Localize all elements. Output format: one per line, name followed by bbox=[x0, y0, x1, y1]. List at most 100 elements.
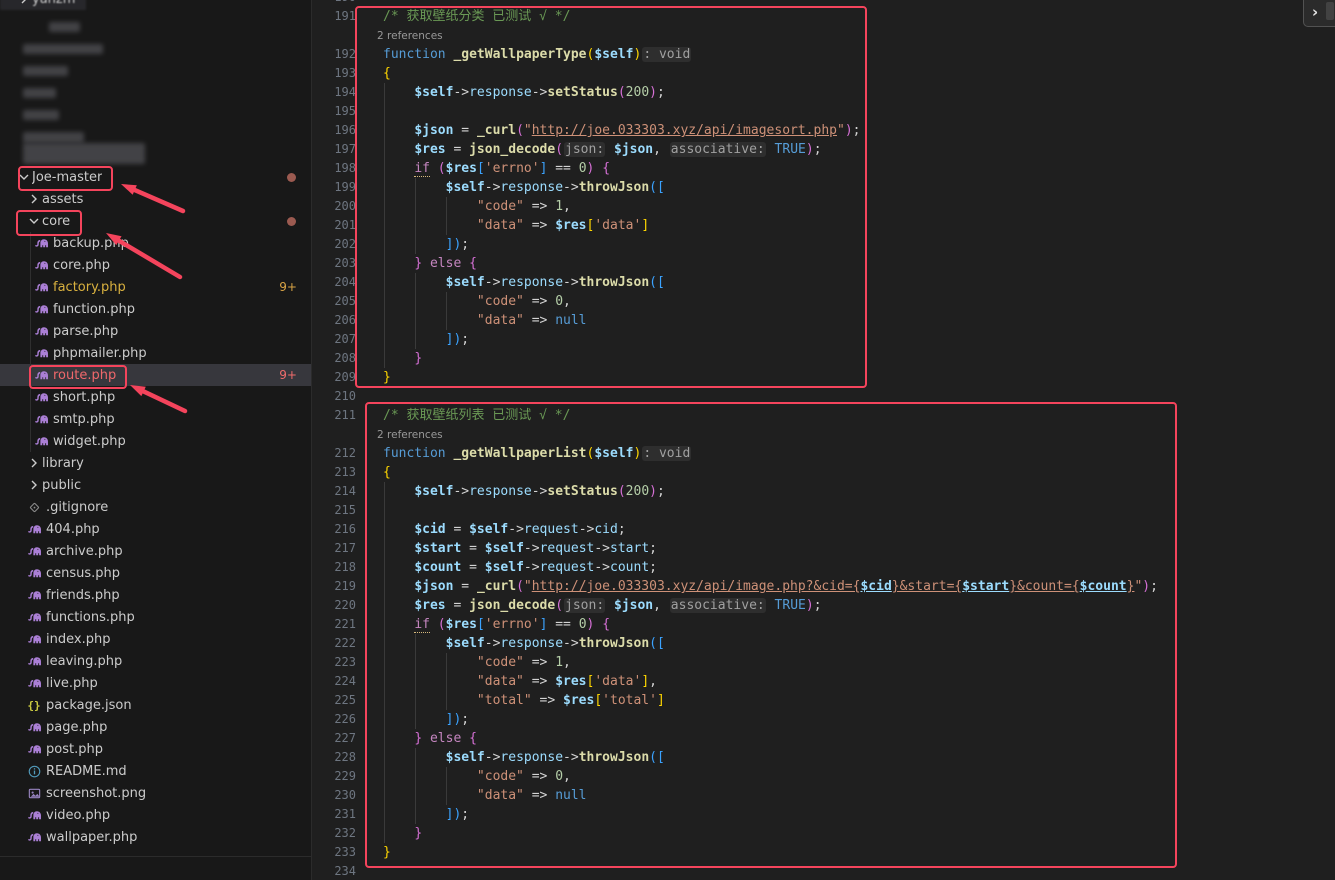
code-content: $start = $self->request->start; bbox=[383, 539, 657, 558]
code-line-202[interactable]: 202 ]); bbox=[312, 235, 1335, 254]
code-line-206[interactable]: 206 "data" => null bbox=[312, 311, 1335, 330]
php-file-icon bbox=[26, 675, 42, 691]
code-line-216[interactable]: 216 $cid = $self->request->cid; bbox=[312, 520, 1335, 539]
code-line-211[interactable]: 211/* 获取壁纸列表 已测试 √ */ bbox=[312, 406, 1335, 425]
code-line-224[interactable]: 224 "data" => $res['data'], bbox=[312, 672, 1335, 691]
chevron-right-icon[interactable] bbox=[26, 455, 42, 471]
chevron-down-icon[interactable] bbox=[16, 169, 32, 185]
sidebar-item-widget-php[interactable]: widget.php bbox=[0, 430, 311, 452]
sidebar-item-package-json[interactable]: {}package.json bbox=[0, 694, 311, 716]
sidebar-item-screenshot-png[interactable]: screenshot.png bbox=[0, 782, 311, 804]
code-line-214[interactable]: 214 $self->response->setStatus(200); bbox=[312, 482, 1335, 501]
code-line-204[interactable]: 204 $self->response->throwJson([ bbox=[312, 273, 1335, 292]
code-line-209[interactable]: 209} bbox=[312, 368, 1335, 387]
sidebar-item-core-php[interactable]: core.php bbox=[0, 254, 311, 276]
sidebar-item-readme-md[interactable]: README.md bbox=[0, 760, 311, 782]
sidebar-item-video-php[interactable]: video.php bbox=[0, 804, 311, 826]
chevron-right-icon[interactable] bbox=[16, 0, 32, 7]
code-line-223[interactable]: 223 "code" => 1, bbox=[312, 653, 1335, 672]
sidebar-item-live-php[interactable]: live.php bbox=[0, 672, 311, 694]
code-line-195[interactable]: 195 bbox=[312, 102, 1335, 121]
sidebar-item-post-php[interactable]: post.php bbox=[0, 738, 311, 760]
code-line-208[interactable]: 208 } bbox=[312, 349, 1335, 368]
sidebar-item-yanzm[interactable]: yanzm bbox=[0, 0, 311, 10]
php-file-icon bbox=[33, 411, 49, 427]
sidebar-item-page-php[interactable]: page.php bbox=[0, 716, 311, 738]
sidebar-item-functions-php[interactable]: functions.php bbox=[0, 606, 311, 628]
code-line-234[interactable]: 234 bbox=[312, 862, 1335, 880]
code-line-191[interactable]: 191/* 获取壁纸分类 已测试 √ */ bbox=[312, 7, 1335, 26]
codelens-references[interactable]: 2 references bbox=[377, 429, 443, 441]
sidebar-item-assets[interactable]: assets bbox=[0, 188, 311, 210]
code-line-201[interactable]: 201 "data" => $res['data'] bbox=[312, 216, 1335, 235]
code-line-196[interactable]: 196 $json = _curl("http://joe.033303.xyz… bbox=[312, 121, 1335, 140]
code-line-218[interactable]: 218 $count = $self->request->count; bbox=[312, 558, 1335, 577]
chevron-down-icon[interactable] bbox=[26, 213, 42, 229]
sidebar-item-leaving-php[interactable]: leaving.php bbox=[0, 650, 311, 672]
code-line-215[interactable]: 215 bbox=[312, 501, 1335, 520]
code-line-228[interactable]: 228 $self->response->throwJson([ bbox=[312, 748, 1335, 767]
code-line-213[interactable]: 213{ bbox=[312, 463, 1335, 482]
sidebar-item-phpmailer-php[interactable]: phpmailer.php bbox=[0, 342, 311, 364]
code-line-221[interactable]: 221 if ($res['errno'] == 0) { bbox=[312, 615, 1335, 634]
code-line-225[interactable]: 225 "total" => $res['total'] bbox=[312, 691, 1335, 710]
file-label: friends.php bbox=[46, 588, 120, 603]
sidebar-item-core[interactable]: core bbox=[0, 210, 311, 232]
chevron-right-icon[interactable] bbox=[26, 191, 42, 207]
chevron-right-icon[interactable] bbox=[26, 477, 42, 493]
code-line-233[interactable]: 233} bbox=[312, 843, 1335, 862]
code-line-232[interactable]: 232 } bbox=[312, 824, 1335, 843]
code-line-198[interactable]: 198 if ($res['errno'] == 0) { bbox=[312, 159, 1335, 178]
indent-guide bbox=[384, 653, 385, 672]
code-line-212[interactable]: 212function _getWallpaperList($self): vo… bbox=[312, 444, 1335, 463]
code-line-231[interactable]: 231 ]); bbox=[312, 805, 1335, 824]
sidebar-item-friends-php[interactable]: friends.php bbox=[0, 584, 311, 606]
sidebar-item-public[interactable]: public bbox=[0, 474, 311, 496]
code-line-192[interactable]: 192function _getWallpaperType($self): vo… bbox=[312, 45, 1335, 64]
sidebar-item-joe-master[interactable]: Joe-master bbox=[0, 166, 311, 188]
sidebar-item-parse-php[interactable]: parse.php bbox=[0, 320, 311, 342]
sidebar-item-factory-php[interactable]: factory.php9+ bbox=[0, 276, 311, 298]
collapsed-panel-button[interactable]: › bbox=[1303, 0, 1335, 27]
code-line-205[interactable]: 205 "code" => 0, bbox=[312, 292, 1335, 311]
code-line-194[interactable]: 194 $self->response->setStatus(200); bbox=[312, 83, 1335, 102]
codelens-row[interactable]: 2 references bbox=[312, 26, 1335, 45]
sidebar-item-backup-php[interactable]: backup.php bbox=[0, 232, 311, 254]
code-line-200[interactable]: 200 "code" => 1, bbox=[312, 197, 1335, 216]
indent-guide bbox=[384, 330, 385, 349]
code-content: } else { bbox=[383, 254, 477, 273]
code-content: $res = json_decode(json: $json, associat… bbox=[383, 596, 822, 615]
sidebar-item--gitignore[interactable]: .gitignore bbox=[0, 496, 311, 518]
code-line-226[interactable]: 226 ]); bbox=[312, 710, 1335, 729]
code-line-219[interactable]: 219 $json = _curl("http://joe.033303.xyz… bbox=[312, 577, 1335, 596]
sidebar-item-library[interactable]: library bbox=[0, 452, 311, 474]
code-editor[interactable]: 190191/* 获取壁纸分类 已测试 √ */ 2 references 192f… bbox=[312, 0, 1335, 880]
sidebar-item-short-php[interactable]: short.php bbox=[0, 386, 311, 408]
code-line-193[interactable]: 193{ bbox=[312, 64, 1335, 83]
code-line-227[interactable]: 227 } else { bbox=[312, 729, 1335, 748]
codelens-row[interactable]: 2 references bbox=[312, 425, 1335, 444]
sidebar-item-smtp-php[interactable]: smtp.php bbox=[0, 408, 311, 430]
outline-section-header[interactable]: 大纲 bbox=[0, 876, 311, 880]
sidebar-item-function-php[interactable]: function.php bbox=[0, 298, 311, 320]
code-line-197[interactable]: 197 $res = json_decode(json: $json, asso… bbox=[312, 140, 1335, 159]
code-line-217[interactable]: 217 $start = $self->request->start; bbox=[312, 539, 1335, 558]
sidebar-item-archive-php[interactable]: archive.php bbox=[0, 540, 311, 562]
sidebar-item-wallpaper-php[interactable]: wallpaper.php bbox=[0, 826, 311, 848]
codelens-references[interactable]: 2 references bbox=[377, 30, 443, 42]
code-line-220[interactable]: 220 $res = json_decode(json: $json, asso… bbox=[312, 596, 1335, 615]
code-line-199[interactable]: 199 $self->response->throwJson([ bbox=[312, 178, 1335, 197]
code-line-222[interactable]: 222 $self->response->throwJson([ bbox=[312, 634, 1335, 653]
code-line-190[interactable]: 190 bbox=[312, 0, 1335, 7]
indent-guide bbox=[415, 634, 416, 653]
code-line-229[interactable]: 229 "code" => 0, bbox=[312, 767, 1335, 786]
code-line-230[interactable]: 230 "data" => null bbox=[312, 786, 1335, 805]
code-line-210[interactable]: 210 bbox=[312, 387, 1335, 406]
code-line-207[interactable]: 207 ]); bbox=[312, 330, 1335, 349]
sidebar-item-route-php[interactable]: route.php9+ bbox=[0, 364, 311, 386]
indent-guide bbox=[384, 235, 385, 254]
sidebar-item-index-php[interactable]: index.php bbox=[0, 628, 311, 650]
sidebar-item-404-php[interactable]: 404.php bbox=[0, 518, 311, 540]
sidebar-item-census-php[interactable]: census.php bbox=[0, 562, 311, 584]
code-line-203[interactable]: 203 } else { bbox=[312, 254, 1335, 273]
